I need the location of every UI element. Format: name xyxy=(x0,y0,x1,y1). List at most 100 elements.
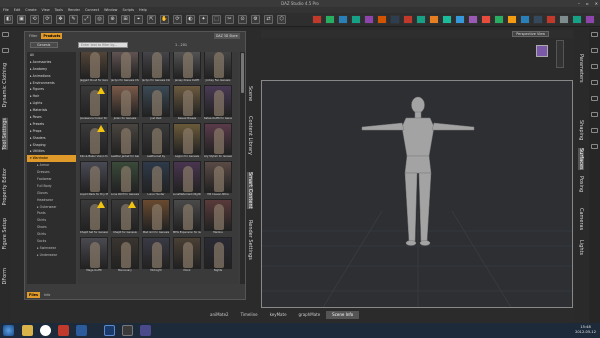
product-thumbnail[interactable] xyxy=(173,52,201,79)
toolbar-tool-icon[interactable]: ⇱ xyxy=(147,15,156,24)
tab-shaping[interactable]: Shaping xyxy=(578,120,584,140)
tree-node[interactable]: Full Body xyxy=(27,183,76,190)
daz-store-button[interactable]: DAZ 3D Store xyxy=(214,33,240,39)
tab-dform[interactable]: DForm xyxy=(2,268,8,284)
product-thumbnail[interactable] xyxy=(111,237,139,269)
toolbar-render-icon[interactable] xyxy=(507,15,517,24)
toolbar-tool-icon[interactable]: ⬚ xyxy=(212,15,221,24)
camera-select[interactable]: Perspective View xyxy=(512,31,549,37)
product-thumbnail[interactable] xyxy=(173,85,201,117)
tree-node[interactable]: ▸ Outerwear xyxy=(27,204,76,211)
product-thumbnail[interactable] xyxy=(142,161,170,193)
tree-node[interactable]: ▸ Swimwear xyxy=(27,245,76,252)
toolbar-tool-icon[interactable]: ⇄ xyxy=(264,15,273,24)
toolbar-tool-icon[interactable]: ⊞ xyxy=(121,15,130,24)
side-tool-icon[interactable] xyxy=(591,112,598,117)
tab-lights[interactable]: Lights xyxy=(578,240,584,255)
toolbar-render-icon[interactable] xyxy=(338,15,348,24)
product-thumbnail[interactable] xyxy=(142,123,170,155)
toolbar-render-icon[interactable] xyxy=(533,15,543,24)
tree-node[interactable]: ▸ Accessories xyxy=(27,59,76,66)
viewport-nav-controls[interactable] xyxy=(556,40,564,68)
tree-node[interactable]: ▸ Utilities xyxy=(27,148,76,155)
panel-toggle-icon[interactable] xyxy=(2,48,9,53)
media-app-icon[interactable] xyxy=(58,325,69,336)
toolbar-render-icon[interactable] xyxy=(481,15,491,24)
product-thumbnail[interactable] xyxy=(173,161,201,193)
start-button-icon[interactable] xyxy=(3,325,14,336)
tab-property-editor[interactable]: Property Editor xyxy=(2,168,8,206)
tree-node[interactable]: Shirts xyxy=(27,217,76,224)
product-thumbnail[interactable] xyxy=(142,237,170,269)
tree-node[interactable]: ▸ Shaping xyxy=(27,142,76,149)
side-tool-icon[interactable] xyxy=(591,32,598,37)
toolbar-render-icon[interactable] xyxy=(403,15,413,24)
filter-tab-products[interactable]: Products xyxy=(41,33,63,39)
tree-node[interactable]: Shoes xyxy=(27,224,76,231)
toolbar-tool-icon[interactable]: ✂ xyxy=(225,15,234,24)
tree-node[interactable]: ▸ Armor xyxy=(27,162,76,169)
product-thumbnail[interactable] xyxy=(80,237,108,269)
toolbar-render-icon[interactable] xyxy=(546,15,556,24)
filter-tab-filter[interactable]: Filter xyxy=(27,33,39,39)
app-icon-2[interactable] xyxy=(140,325,151,336)
toolbar-tool-icon[interactable]: ⟳ xyxy=(43,15,52,24)
tree-node[interactable]: ▸ Environments xyxy=(27,80,76,87)
panel-toggle-icon[interactable] xyxy=(2,32,9,37)
product-thumbnail[interactable] xyxy=(142,199,170,231)
side-tool-icon[interactable] xyxy=(591,144,598,149)
bottom-tab-keymate[interactable]: keyMate xyxy=(264,311,293,319)
tree-node[interactable]: ▸ Presets xyxy=(27,121,76,128)
app-icon[interactable] xyxy=(122,325,133,336)
tree-node[interactable]: ▸ Poses xyxy=(27,114,76,121)
view-cube-icon[interactable] xyxy=(536,45,548,57)
product-thumbnail[interactable] xyxy=(204,52,232,79)
search-input[interactable]: Enter text to filter by... xyxy=(78,42,128,48)
side-tool-icon[interactable] xyxy=(591,128,598,133)
product-thumbnail[interactable] xyxy=(204,237,232,269)
toolbar-render-icon[interactable] xyxy=(494,15,504,24)
chrome-icon[interactable] xyxy=(40,325,51,336)
product-thumbnail[interactable] xyxy=(204,85,232,117)
tree-node[interactable]: Dresses xyxy=(27,169,76,176)
tab-dynamic-clothing[interactable]: Dynamic Clothing xyxy=(2,63,8,107)
tab-figure-setup[interactable]: Figure Setup xyxy=(2,218,8,249)
tab-content-library[interactable]: Content Library xyxy=(247,116,253,155)
toolbar-tool-icon[interactable]: ⬡ xyxy=(277,15,286,24)
tree-node[interactable]: ▸ Props xyxy=(27,128,76,135)
toolbar-render-icon[interactable] xyxy=(559,15,569,24)
tree-node[interactable]: ▸ Figures xyxy=(27,86,76,93)
daz-studio-taskbar-icon[interactable] xyxy=(76,325,87,336)
toolbar-tool-icon[interactable]: ▣ xyxy=(17,15,26,24)
minimize-icon[interactable]: – xyxy=(578,1,580,6)
toolbar-render-icon[interactable] xyxy=(312,15,322,24)
toolbar-tool-icon[interactable]: ✎ xyxy=(69,15,78,24)
product-thumbnail[interactable] xyxy=(173,237,201,269)
product-thumbnail[interactable] xyxy=(111,161,139,193)
toolbar-tool-icon[interactable]: ⊙ xyxy=(238,15,247,24)
side-tool-icon[interactable] xyxy=(591,96,598,101)
tree-node[interactable]: Skirts xyxy=(27,231,76,238)
tree-node[interactable]: Headwear xyxy=(27,197,76,204)
toolbar-render-icon[interactable] xyxy=(351,15,361,24)
toolbar-tool-icon[interactable]: ⊕ xyxy=(108,15,117,24)
tree-node[interactable]: ▸ Lights xyxy=(27,100,76,107)
product-thumbnail[interactable] xyxy=(111,123,139,155)
toolbar-tool-icon[interactable]: ◐ xyxy=(186,15,195,24)
3d-viewport[interactable] xyxy=(261,80,573,308)
toolbar-render-icon[interactable] xyxy=(416,15,426,24)
tree-node[interactable]: ▸ Shaders xyxy=(27,135,76,142)
tree-node[interactable]: ▸ Hair xyxy=(27,93,76,100)
tab-tool-settings[interactable]: Tool Settings xyxy=(2,118,8,150)
tab-surfaces[interactable]: Surfaces xyxy=(578,148,584,170)
tree-node[interactable]: Footwear xyxy=(27,176,76,183)
product-thumbnail[interactable] xyxy=(80,161,108,193)
panel-tab-info[interactable]: Info xyxy=(42,292,52,298)
toolbar-render-icon[interactable] xyxy=(520,15,530,24)
side-tool-icon[interactable] xyxy=(591,64,598,69)
figure-filter-select[interactable]: Genesis xyxy=(30,42,58,48)
file-explorer-icon[interactable] xyxy=(22,325,33,336)
bottom-tab-timeline[interactable]: Timeline xyxy=(235,311,264,319)
tree-node[interactable]: All xyxy=(27,52,76,59)
tab-smart-content[interactable]: Smart Content xyxy=(247,172,253,209)
